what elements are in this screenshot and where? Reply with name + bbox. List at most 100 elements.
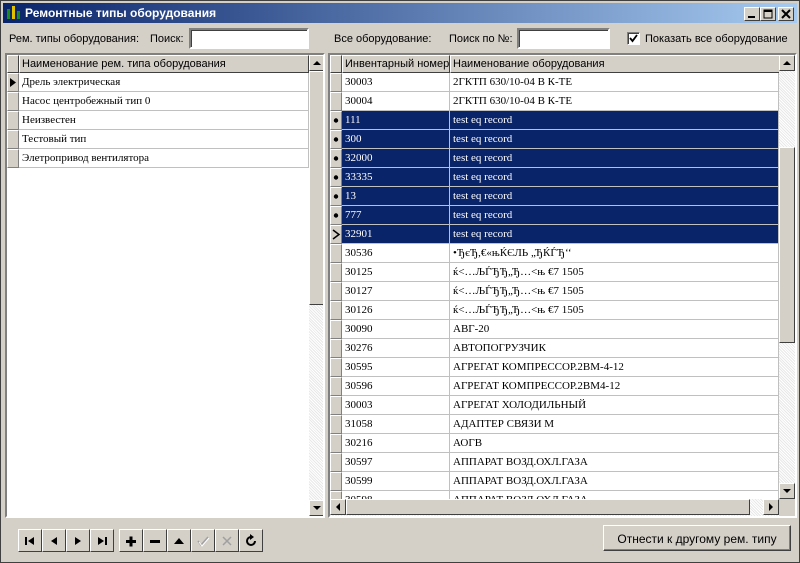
equipment-row-indicator[interactable] xyxy=(330,358,342,377)
repair-type-row[interactable]: Дрель электрическая xyxy=(19,73,309,92)
equipment-name-cell[interactable]: test eq record xyxy=(450,149,779,168)
inventory-number-cell[interactable]: 30595 xyxy=(342,358,450,377)
equipment-row-indicator[interactable] xyxy=(330,73,342,92)
name-column-header[interactable]: Наименование оборудования xyxy=(450,55,780,73)
right-vertical-scrollbar[interactable] xyxy=(779,55,795,499)
repair-type-row[interactable]: Тестовый тип xyxy=(19,130,309,149)
inventory-number-cell[interactable]: 30276 xyxy=(342,339,450,358)
repair-type-row[interactable]: Элетропривод вентилятора xyxy=(19,149,309,168)
equipment-row-indicator[interactable] xyxy=(330,434,342,453)
equipment-row-indicator[interactable] xyxy=(330,244,342,263)
right-scroll-up-button[interactable] xyxy=(779,55,795,71)
inventory-column-header[interactable]: Инвентарный номер xyxy=(342,55,450,73)
maximize-button[interactable] xyxy=(760,7,776,21)
nav-first-button[interactable] xyxy=(18,529,42,552)
nav-prior-button[interactable] xyxy=(42,529,66,552)
inventory-number-cell[interactable]: 33335 xyxy=(342,168,450,187)
equipment-row-indicator[interactable] xyxy=(330,130,342,149)
equipment-row-indicator[interactable] xyxy=(330,149,342,168)
left-row-indicator[interactable] xyxy=(7,149,19,168)
right-horizontal-scrollbar[interactable] xyxy=(330,499,779,516)
nav-next-button[interactable] xyxy=(66,529,90,552)
left-column-header[interactable]: Наименование рем. типа оборудования xyxy=(19,55,309,73)
inventory-number-cell[interactable]: 32000 xyxy=(342,149,450,168)
equipment-name-cell[interactable]: АВГ-20 xyxy=(450,320,779,339)
equipment-name-cell[interactable]: 2ГКТП 630/10-04 В К-ТЕ xyxy=(450,73,779,92)
equipment-row-indicator[interactable] xyxy=(330,187,342,206)
left-scroll-thumb[interactable] xyxy=(309,71,323,305)
inventory-number-cell[interactable]: 30126 xyxy=(342,301,450,320)
inventory-number-cell[interactable]: 32901 xyxy=(342,225,450,244)
nav-last-button[interactable] xyxy=(90,529,114,552)
show-all-checkbox[interactable] xyxy=(627,32,640,45)
equipment-row-indicator[interactable] xyxy=(330,111,342,130)
equipment-name-cell[interactable]: ќ<…ЉЃЂЂ„Ђ…<њ €7 1505 xyxy=(450,282,779,301)
equipment-row-indicator[interactable] xyxy=(330,453,342,472)
equipment-name-cell[interactable]: test eq record xyxy=(450,225,779,244)
nav-insert-button[interactable] xyxy=(119,529,143,552)
nav-refresh-button[interactable] xyxy=(239,529,263,552)
left-search-input[interactable] xyxy=(189,28,309,49)
inventory-number-cell[interactable]: 30004 xyxy=(342,92,450,111)
inventory-number-cell[interactable]: 30003 xyxy=(342,73,450,92)
equipment-name-cell[interactable]: АВТОПОГРУЗЧИК xyxy=(450,339,779,358)
inventory-number-cell[interactable]: 30216 xyxy=(342,434,450,453)
inventory-number-cell[interactable]: 31058 xyxy=(342,415,450,434)
left-scroll-up-button[interactable] xyxy=(309,55,323,71)
equipment-row-indicator[interactable] xyxy=(330,339,342,358)
inventory-number-cell[interactable]: 13 xyxy=(342,187,450,206)
equipment-row-indicator[interactable] xyxy=(330,320,342,339)
equipment-name-cell[interactable]: ќ<…ЉЃЂЂ„Ђ…<њ €7 1505 xyxy=(450,263,779,282)
left-row-indicator[interactable] xyxy=(7,92,19,111)
left-vertical-scrollbar[interactable] xyxy=(309,55,323,516)
equipment-row-indicator[interactable] xyxy=(330,301,342,320)
equipment-name-cell[interactable]: АДАПТЕР СВЯЗИ М xyxy=(450,415,779,434)
inventory-number-cell[interactable]: 30536 xyxy=(342,244,450,263)
left-row-indicator[interactable] xyxy=(7,130,19,149)
inventory-number-cell[interactable]: 111 xyxy=(342,111,450,130)
inventory-number-cell[interactable]: 777 xyxy=(342,206,450,225)
equipment-row-indicator[interactable] xyxy=(330,282,342,301)
close-button[interactable] xyxy=(778,7,794,21)
left-scroll-down-button[interactable] xyxy=(309,500,323,516)
equipment-name-cell[interactable]: 2ГКТП 630/10-04 В К-ТЕ xyxy=(450,92,779,111)
equipment-name-cell[interactable]: test eq record xyxy=(450,111,779,130)
inventory-search-input[interactable] xyxy=(517,28,610,49)
equipment-name-cell[interactable]: АППАРАТ ВОЗД.ОХЛ.ГАЗА xyxy=(450,453,779,472)
right-hscroll-thumb[interactable] xyxy=(346,499,750,515)
left-row-indicator[interactable] xyxy=(7,111,19,130)
equipment-row-indicator[interactable] xyxy=(330,92,342,111)
inventory-number-cell[interactable]: 30599 xyxy=(342,472,450,491)
right-scroll-thumb[interactable] xyxy=(779,147,795,343)
move-to-other-type-button[interactable]: Отнести к другому рем. типу xyxy=(603,525,791,551)
inventory-number-cell[interactable]: 30003 xyxy=(342,396,450,415)
nav-edit-button[interactable] xyxy=(167,529,191,552)
equipment-name-cell[interactable]: •ЂєЂ,€«њЌЄЛЬ „ЂЌЃЂ‘‘ xyxy=(450,244,779,263)
inventory-number-cell[interactable]: 30090 xyxy=(342,320,450,339)
equipment-name-cell[interactable]: АППАРАТ ВОЗД.ОХЛ.ГАЗА xyxy=(450,472,779,491)
equipment-row-indicator[interactable] xyxy=(330,168,342,187)
equipment-name-cell[interactable]: ќ<…ЉЃЂЂ„Ђ…<њ €7 1505 xyxy=(450,301,779,320)
equipment-name-cell[interactable]: test eq record xyxy=(450,206,779,225)
equipment-row-indicator[interactable] xyxy=(330,206,342,225)
equipment-row-indicator[interactable] xyxy=(330,263,342,282)
left-row-indicator[interactable] xyxy=(7,73,19,92)
equipment-row-indicator[interactable] xyxy=(330,225,342,244)
repair-type-row[interactable]: Насос центробежный тип 0 xyxy=(19,92,309,111)
nav-cancel-button[interactable] xyxy=(215,529,239,552)
right-scroll-down-button[interactable] xyxy=(779,483,795,499)
right-scroll-right-button[interactable] xyxy=(763,499,779,515)
equipment-row-indicator[interactable] xyxy=(330,415,342,434)
equipment-name-cell[interactable]: test eq record xyxy=(450,187,779,206)
inventory-number-cell[interactable]: 30125 xyxy=(342,263,450,282)
equipment-row-indicator[interactable] xyxy=(330,396,342,415)
repair-type-row[interactable]: Неизвестен xyxy=(19,111,309,130)
equipment-name-cell[interactable]: АГРЕГАТ КОМПРЕССОР.2ВМ-4-12 xyxy=(450,358,779,377)
inventory-number-cell[interactable]: 30597 xyxy=(342,453,450,472)
equipment-name-cell[interactable]: test eq record xyxy=(450,130,779,149)
equipment-name-cell[interactable]: АГРЕГАТ ХОЛОДИЛЬНЫЙ xyxy=(450,396,779,415)
inventory-number-cell[interactable]: 300 xyxy=(342,130,450,149)
nav-post-button[interactable] xyxy=(191,529,215,552)
title-bar[interactable]: Ремонтные типы оборудования xyxy=(3,3,797,23)
inventory-number-cell[interactable]: 30127 xyxy=(342,282,450,301)
